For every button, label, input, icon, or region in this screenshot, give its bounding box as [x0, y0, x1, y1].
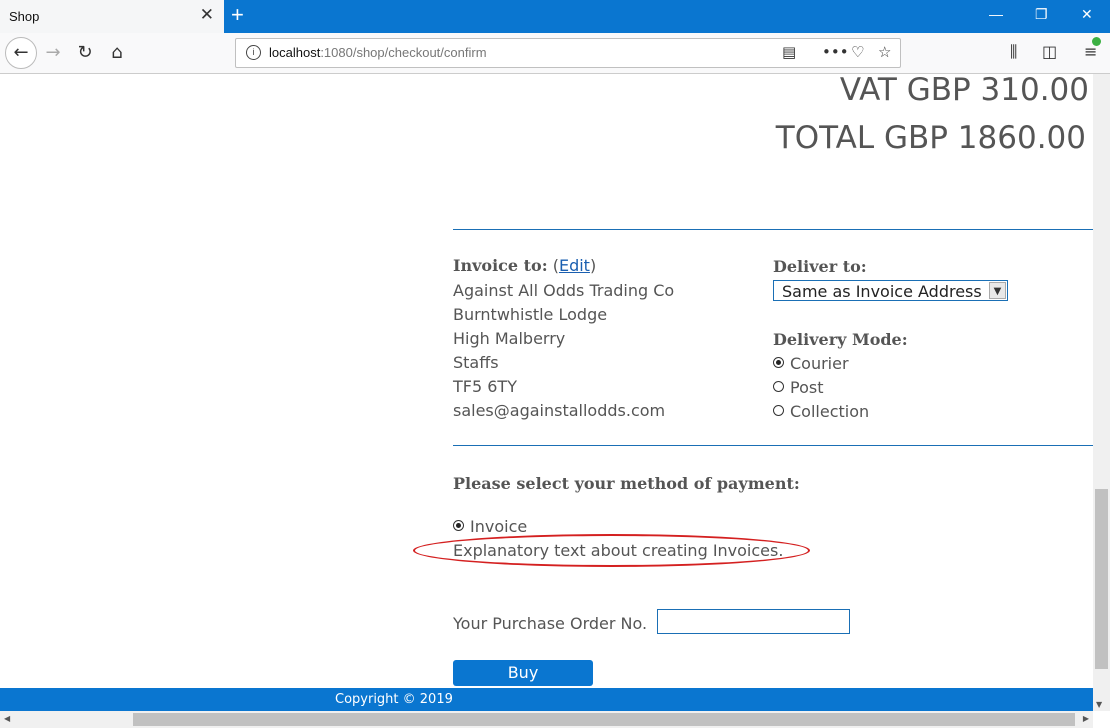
- radio-collection[interactable]: [773, 405, 784, 416]
- restore-icon[interactable]: ❐: [1035, 6, 1048, 23]
- forward-arrow-icon[interactable]: →: [40, 41, 66, 65]
- vertical-scrollbar[interactable]: ▼: [1093, 74, 1110, 711]
- radio-label-post: Post: [790, 378, 824, 397]
- radio-courier[interactable]: [773, 357, 784, 368]
- library-icon[interactable]: ⫼: [1010, 42, 1017, 62]
- divider: [453, 229, 1093, 230]
- horizontal-scroll-thumb[interactable]: [133, 713, 1075, 726]
- vertical-scroll-thumb[interactable]: [1095, 489, 1108, 669]
- po-label: Your Purchase Order No.: [453, 614, 648, 633]
- scroll-left-icon[interactable]: ◀: [4, 714, 10, 723]
- reader-view-icon[interactable]: ▤: [782, 43, 796, 61]
- invoice-address-line: TF5 6TY: [453, 377, 517, 396]
- horizontal-scrollbar[interactable]: ◀ ▶: [0, 711, 1093, 728]
- window-close-icon[interactable]: ✕: [1081, 6, 1093, 23]
- pocket-icon[interactable]: ♡: [851, 43, 864, 61]
- home-icon[interactable]: ⌂: [104, 41, 130, 65]
- radio-label-invoice: Invoice: [470, 517, 528, 536]
- page-actions-icon[interactable]: •••: [822, 43, 849, 61]
- payment-heading: Please select your method of payment:: [453, 474, 800, 493]
- radio-post[interactable]: [773, 381, 784, 392]
- divider: [453, 445, 1093, 446]
- tab-title: Shop: [9, 9, 40, 24]
- address-bar[interactable]: i localhost:1080/shop/checkout/confirm ▤…: [235, 38, 901, 68]
- radio-label-courier: Courier: [790, 354, 849, 373]
- grand-total: TOTAL GBP 1860.00: [775, 120, 1086, 156]
- chevron-down-icon[interactable]: ▼: [989, 282, 1006, 299]
- invoice-address-line: High Malberry: [453, 329, 566, 348]
- deliver-to-value: Same as Invoice Address: [782, 282, 982, 301]
- invoice-heading: Invoice to:: [453, 256, 548, 275]
- browser-title-bar: Shop ✕ + — ❐ ✕: [0, 0, 1110, 33]
- footer: Copyright © 2019: [0, 688, 1093, 711]
- back-arrow-icon[interactable]: ←: [5, 37, 37, 69]
- site-info-icon[interactable]: i: [246, 45, 261, 60]
- reload-icon[interactable]: ↻: [72, 41, 98, 65]
- po-number-input[interactable]: [657, 609, 850, 634]
- buy-button[interactable]: Buy: [453, 660, 593, 686]
- tab-close-icon[interactable]: ✕: [200, 5, 214, 25]
- edit-invoice-link[interactable]: Edit: [559, 256, 590, 275]
- deliver-to-select[interactable]: Same as Invoice Address ▼: [773, 280, 1008, 301]
- scroll-right-icon[interactable]: ▶: [1083, 714, 1089, 723]
- vat-total: VAT GBP 310.00: [839, 72, 1089, 108]
- invoice-email: sales@againstallodds.com: [453, 401, 666, 420]
- url-text: localhost:1080/shop/checkout/confirm: [269, 45, 487, 60]
- delivery-mode-heading: Delivery Mode:: [773, 330, 908, 349]
- bookmark-star-icon[interactable]: ☆: [878, 43, 891, 61]
- deliver-to-heading: Deliver to:: [773, 257, 867, 276]
- radio-label-collection: Collection: [790, 402, 870, 421]
- invoice-address-line: Against All Odds Trading Co: [453, 281, 675, 300]
- minimize-icon[interactable]: —: [989, 6, 1003, 22]
- scroll-down-icon[interactable]: ▼: [1096, 700, 1102, 709]
- browser-tab[interactable]: Shop ✕: [0, 0, 224, 33]
- annotation-ellipse: [413, 534, 810, 567]
- invoice-heading-row: Invoice to: (Edit): [453, 256, 597, 275]
- invoice-address-line: Burntwhistle Lodge: [453, 305, 608, 324]
- invoice-address-line: Staffs: [453, 353, 499, 372]
- radio-invoice[interactable]: [453, 520, 464, 531]
- new-tab-icon[interactable]: +: [231, 2, 244, 28]
- sidebar-icon[interactable]: ◫: [1042, 42, 1057, 61]
- copyright-text: Copyright © 2019: [335, 692, 453, 707]
- order-totals: VAT GBP 310.00 TOTAL GBP 1860.00: [775, 66, 1089, 162]
- update-badge-icon: [1092, 37, 1101, 46]
